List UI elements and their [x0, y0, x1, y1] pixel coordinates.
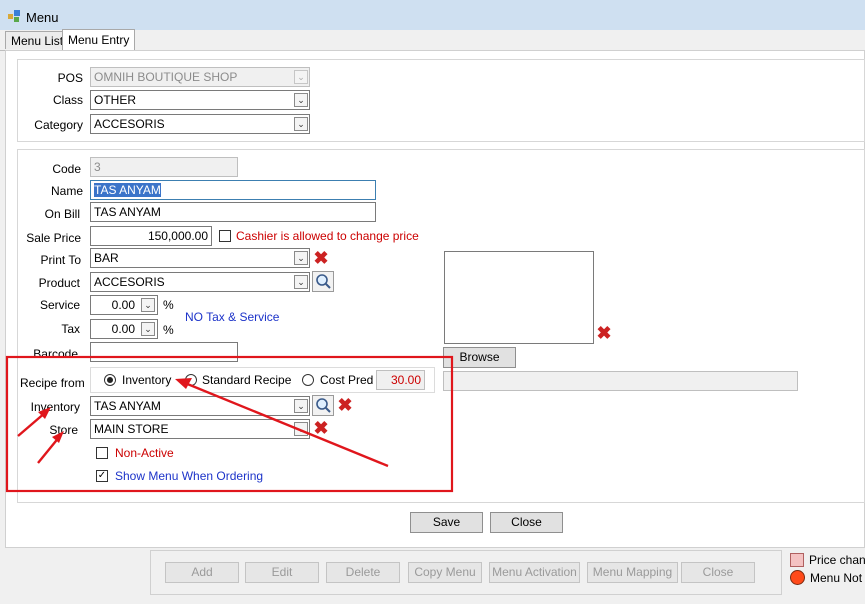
annotation-arrowhead	[175, 378, 192, 389]
annotation-highlight-box	[5, 355, 454, 493]
menu-not-shown-dot	[790, 570, 805, 585]
save-button[interactable]: Save	[410, 512, 483, 533]
close-button[interactable]: Close	[490, 512, 563, 533]
menu-not-shown-legend: Menu Not S	[810, 571, 865, 585]
add-button[interactable]: Add	[165, 562, 239, 583]
toolbar-close-button[interactable]: Close	[681, 562, 755, 583]
menu-activation-button[interactable]: Menu Activation	[489, 562, 580, 583]
copy-menu-button[interactable]: Copy Menu	[408, 562, 482, 583]
edit-button[interactable]: Edit	[245, 562, 319, 583]
price-change-legend: Price chang	[809, 553, 865, 567]
menu-mapping-button[interactable]: Menu Mapping	[587, 562, 678, 583]
annotation-arrow	[184, 381, 389, 468]
price-change-swatch	[790, 553, 804, 567]
delete-button[interactable]: Delete	[326, 562, 400, 583]
annotation-arrowhead	[52, 431, 64, 443]
